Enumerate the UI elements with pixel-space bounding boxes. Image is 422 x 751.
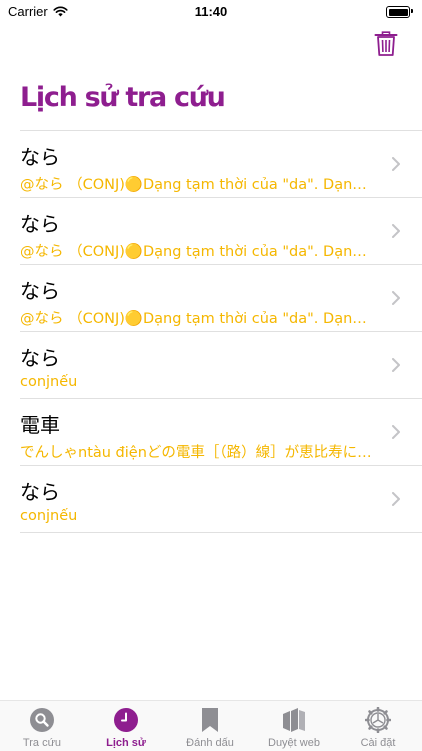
history-word: なら — [20, 141, 60, 170]
history-row[interactable]: なら @なら （CONJ)🟡Dạng tạm thời của "da". Dạ… — [20, 130, 422, 197]
status-bar: Carrier 11:40 — [0, 0, 422, 24]
history-word: なら — [20, 275, 60, 304]
history-word: なら — [20, 208, 60, 237]
chevron-right-icon — [392, 492, 400, 506]
history-meaning: でんしゃntàu điệnどの電車［（路）線］が恵比寿に行きますか — [20, 441, 374, 462]
chevron-right-icon — [392, 425, 400, 439]
page-title: Lịch sử tra cứu — [20, 82, 225, 113]
tab-search[interactable]: Tra cứu — [0, 701, 84, 751]
trash-icon[interactable] — [374, 31, 398, 57]
clock-icon — [113, 707, 139, 733]
tab-label: Tra cứu — [0, 737, 84, 749]
tab-label: Đánh dấu — [168, 737, 252, 749]
tab-history[interactable]: Lịch sử — [84, 701, 168, 751]
tab-label: Cài đặt — [336, 737, 420, 749]
history-meaning: conjnếu — [20, 374, 374, 390]
history-meaning: @なら （CONJ)🟡Dạng tạm thời của "da". Dạng … — [20, 240, 374, 261]
tab-bookmarks[interactable]: Đánh dấu — [168, 701, 252, 751]
battery-icon — [386, 6, 410, 18]
history-row[interactable]: なら conjnếu — [20, 465, 422, 533]
history-meaning: conjnếu — [20, 508, 374, 524]
gear-icon — [365, 707, 391, 733]
history-list: なら @なら （CONJ)🟡Dạng tạm thời của "da". Dạ… — [20, 130, 422, 533]
tab-settings[interactable]: Cài đặt — [336, 701, 420, 751]
chevron-right-icon — [392, 224, 400, 238]
history-word: なら — [20, 476, 60, 505]
history-row[interactable]: なら conjnếu — [20, 331, 422, 398]
tab-label: Duyệt web — [252, 737, 336, 749]
clock: 11:40 — [0, 4, 422, 19]
history-meaning: @なら （CONJ)🟡Dạng tạm thời của "da". Dạng … — [20, 307, 374, 328]
tab-browse[interactable]: Duyệt web — [252, 701, 336, 751]
chevron-right-icon — [392, 291, 400, 305]
history-row[interactable]: なら @なら （CONJ)🟡Dạng tạm thời của "da". Dạ… — [20, 197, 422, 264]
tab-bar: Tra cứu Lịch sử Đánh dấu Duyệt web — [0, 700, 422, 751]
books-icon — [281, 707, 307, 733]
history-row[interactable]: なら @なら （CONJ)🟡Dạng tạm thời của "da". Dạ… — [20, 264, 422, 331]
history-meaning: @なら （CONJ)🟡Dạng tạm thời của "da". Dạng … — [20, 173, 374, 194]
chevron-right-icon — [392, 358, 400, 372]
search-icon — [29, 707, 55, 733]
history-row[interactable]: 電車 でんしゃntàu điệnどの電車［（路）線］が恵比寿に行きますか — [20, 398, 422, 465]
bookmark-icon — [197, 707, 223, 733]
tab-label: Lịch sử — [84, 737, 168, 749]
history-word: なら — [20, 342, 60, 371]
history-word: 電車 — [20, 409, 60, 438]
chevron-right-icon — [392, 157, 400, 171]
